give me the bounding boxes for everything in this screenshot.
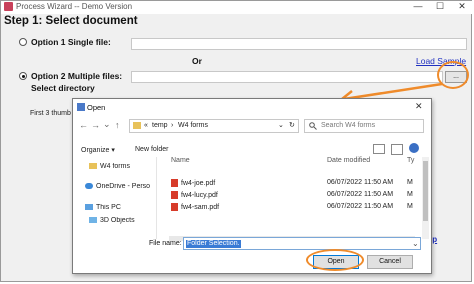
pane-divider — [156, 157, 157, 239]
nav-item-label: W4 forms — [100, 163, 130, 170]
search-box[interactable]: Search W4 forms — [304, 119, 424, 133]
pdf-icon — [171, 191, 178, 199]
file-type: M — [407, 191, 413, 198]
forward-icon[interactable]: → — [91, 120, 100, 130]
folder-icon — [89, 163, 97, 170]
address-prefix: « — [144, 122, 148, 129]
file-name: fw4-sam.pdf — [181, 203, 220, 211]
file-name-value: Folder Selection. — [186, 240, 241, 248]
nav-item-label: OneDrive - Perso — [96, 183, 151, 190]
file-date: 06/07/2022 11:50 AM — [327, 179, 394, 186]
file-type: M — [407, 203, 413, 210]
wizard-title: Process Wizard -- Demo Version — [16, 2, 133, 11]
single-file-field[interactable] — [131, 38, 467, 50]
minimize-button[interactable]: — — [411, 1, 425, 11]
cube-icon — [89, 217, 97, 224]
column-date[interactable]: Date modified — [327, 157, 370, 164]
folder-icon — [133, 122, 141, 129]
preview-pane-icon[interactable] — [391, 144, 403, 155]
maximize-button[interactable]: ☐ — [433, 1, 447, 12]
help-icon[interactable] — [409, 143, 419, 153]
column-name[interactable]: Name — [171, 157, 190, 164]
or-label: Or — [192, 56, 202, 66]
nav-item-label: 3D Objects — [100, 217, 135, 224]
address-bar[interactable]: « temp › W4 forms ⌄ ↻ — [129, 119, 299, 133]
up-folder-icon[interactable]: ↑ — [115, 120, 120, 130]
select-directory-label: Select directory — [31, 83, 95, 93]
cloud-icon — [85, 183, 93, 190]
column-type[interactable]: Ty — [407, 157, 414, 164]
first-thumbnails-label: First 3 thumb — [30, 110, 71, 117]
search-placeholder: Search W4 forms — [321, 122, 376, 129]
dialog-close-button[interactable]: ✕ — [415, 101, 423, 112]
search-icon — [309, 122, 317, 130]
recent-dropdown-icon[interactable]: ⌄ — [103, 119, 111, 130]
scrollbar-thumb[interactable] — [423, 161, 428, 221]
pdf-icon — [171, 179, 178, 187]
chevron-down-icon[interactable]: ⌄ — [412, 239, 419, 248]
view-options-icon[interactable] — [373, 144, 385, 154]
close-button[interactable]: ✕ — [455, 1, 469, 12]
option1-label: Option 1 Single file: — [31, 37, 111, 47]
new-folder-button[interactable]: New folder — [135, 146, 168, 153]
organize-menu[interactable]: Organize ▾ — [81, 146, 115, 154]
file-type: M — [407, 179, 413, 186]
file-name: fw4-joe.pdf — [181, 179, 216, 187]
nav-item-this-pc[interactable]: This PC — [77, 204, 161, 211]
nav-item-3d-objects[interactable]: 3D Objects — [77, 217, 165, 224]
option2-label: Option 2 Multiple files: — [31, 71, 123, 81]
step-title: Step 1: Select document — [4, 15, 138, 27]
nav-item-w4forms[interactable]: W4 forms — [77, 163, 165, 170]
file-name-input[interactable]: Folder Selection. ⌄ — [183, 237, 421, 250]
file-name-label: File name: — [149, 240, 182, 247]
back-icon[interactable]: ← — [79, 120, 88, 130]
refresh-icon[interactable]: ↻ — [289, 121, 295, 129]
dialog-title: Open — [87, 103, 106, 112]
nav-item-label: This PC — [96, 204, 121, 211]
option1-radio[interactable] — [19, 38, 27, 46]
address-separator: › — [171, 122, 174, 129]
file-date: 06/07/2022 11:50 AM — [327, 203, 394, 210]
address-segment-w4forms[interactable]: W4 forms — [178, 122, 208, 129]
option2-radio[interactable] — [19, 72, 27, 80]
file-list: Name Date modified Ty fw4-joe.pdf 06/07/… — [169, 157, 415, 239]
file-row[interactable]: fw4-lucy.pdf 06/07/2022 11:50 AM M — [169, 191, 415, 202]
computer-icon — [85, 204, 93, 211]
pdf-icon — [171, 203, 178, 211]
open-dialog: Open ✕ ← → ⌄ ↑ « temp › W4 forms ⌄ ↻ Sea… — [72, 98, 432, 274]
cancel-button[interactable]: Cancel — [367, 255, 413, 269]
dialog-icon — [77, 103, 85, 111]
file-row[interactable]: fw4-joe.pdf 06/07/2022 11:50 AM M — [169, 179, 415, 190]
nav-item-onedrive[interactable]: OneDrive - Perso — [77, 183, 161, 190]
highlight-circle-open — [306, 249, 364, 271]
file-name: fw4-lucy.pdf — [181, 191, 218, 199]
app-icon — [4, 2, 13, 11]
file-row[interactable]: fw4-sam.pdf 06/07/2022 11:50 AM M — [169, 203, 415, 214]
address-dropdown-icon[interactable]: ⌄ — [278, 121, 284, 129]
address-segment-temp[interactable]: temp — [152, 122, 168, 129]
navigation-pane: W4 forms OneDrive - Perso This PC 3D Obj… — [77, 157, 153, 239]
file-date: 06/07/2022 11:50 AM — [327, 191, 394, 198]
